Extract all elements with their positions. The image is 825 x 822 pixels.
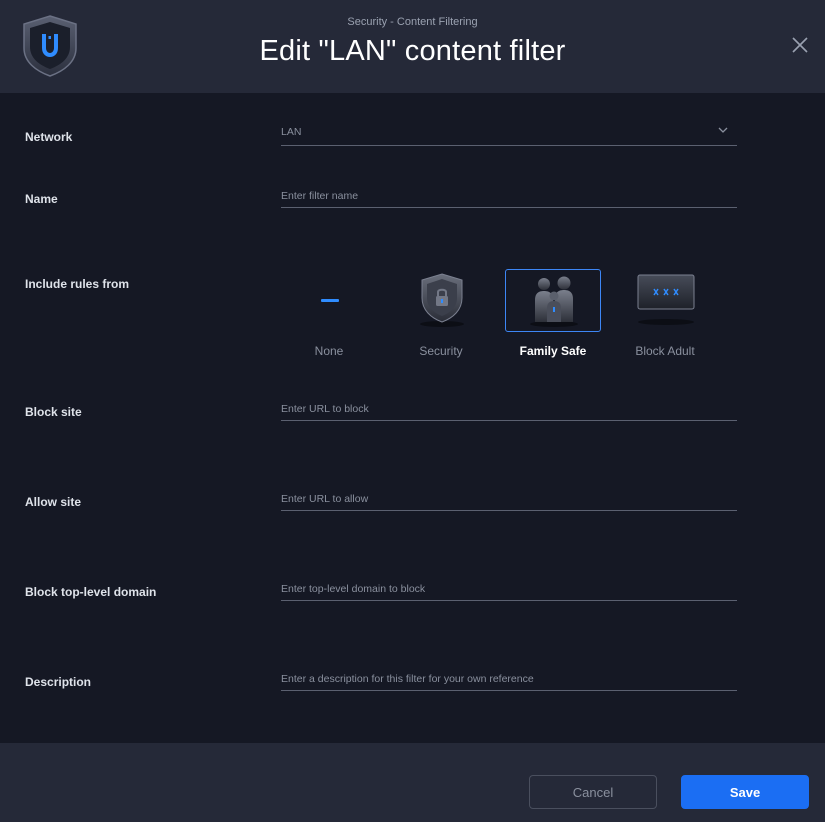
rule-option-label: Block Adult [635, 344, 695, 358]
xxx-screen-icon [637, 274, 695, 325]
shield-lock-icon [420, 273, 464, 327]
cancel-button[interactable]: Cancel [529, 775, 657, 809]
description-field-wrapper [281, 667, 737, 691]
name-field-wrapper [281, 184, 737, 208]
include-rules-label: Include rules from [25, 277, 130, 291]
block-site-input[interactable] [281, 397, 737, 420]
breadcrumb: Security - Content Filtering [347, 16, 478, 28]
block-tld-field-wrapper [281, 577, 737, 601]
none-dash-icon [321, 299, 339, 302]
network-select[interactable]: LAN [281, 122, 737, 146]
dialog-header: Security - Content Filtering Edit "LAN" … [0, 0, 825, 93]
block-tld-label: Block top-level domain [25, 585, 157, 599]
rule-tile-selected [505, 269, 601, 332]
close-icon[interactable] [790, 35, 810, 55]
save-button[interactable]: Save [681, 775, 809, 809]
dialog-footer: Cancel Save [0, 743, 825, 822]
allow-site-input[interactable] [281, 487, 737, 510]
chevron-down-icon[interactable] [717, 125, 729, 135]
rule-option-block-adult[interactable]: Block Adult [617, 269, 713, 365]
rule-option-label: Security [419, 344, 463, 358]
rule-option-none[interactable]: None [281, 269, 377, 365]
rule-tile [617, 269, 713, 332]
description-input[interactable] [281, 667, 737, 690]
block-tld-input[interactable] [281, 577, 737, 600]
block-site-field-wrapper [281, 397, 737, 421]
rule-option-security[interactable]: Security [393, 269, 489, 365]
name-input[interactable] [281, 184, 737, 207]
family-icon [530, 276, 578, 327]
rule-option-family-safe[interactable]: Family Safe [505, 269, 601, 365]
description-label: Description [25, 675, 92, 689]
rule-option-label: Family Safe [519, 344, 587, 358]
rule-tile [393, 269, 489, 332]
network-select-value: LAN [281, 126, 302, 138]
rule-option-label: None [314, 344, 344, 358]
allow-site-label: Allow site [25, 495, 82, 509]
network-label: Network [25, 130, 73, 144]
rule-tile [281, 269, 377, 332]
page-title: Edit "LAN" content filter [259, 35, 566, 67]
block-site-label: Block site [25, 405, 82, 419]
allow-site-field-wrapper [281, 487, 737, 511]
name-label: Name [25, 192, 58, 206]
